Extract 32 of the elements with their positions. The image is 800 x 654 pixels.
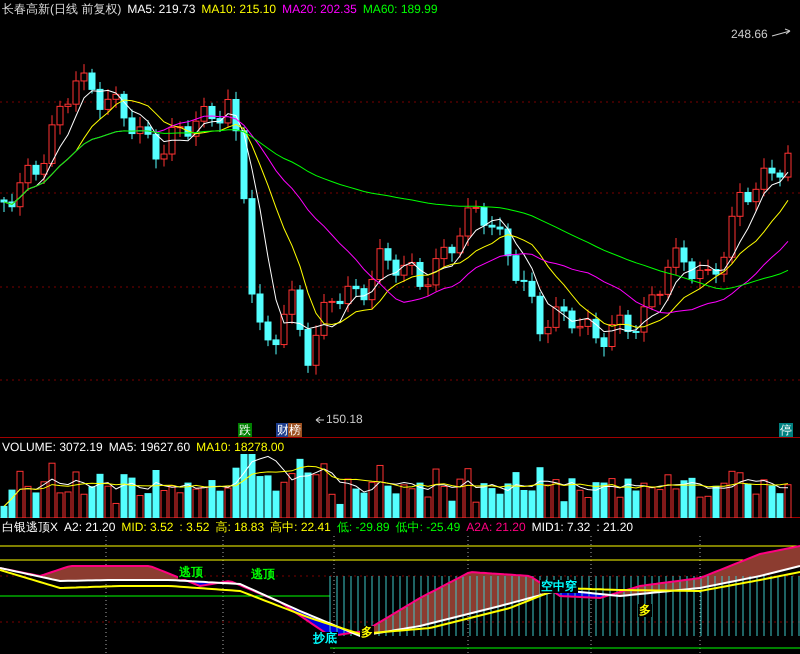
signal-label: 空中穿 bbox=[540, 580, 578, 593]
indicator-value: MA10: 215.10 bbox=[201, 1, 276, 17]
indicator-value: 高: 18.83 bbox=[215, 519, 264, 535]
indicator-value: MA60: 189.99 bbox=[362, 1, 438, 17]
signal-label: 逃顶 bbox=[250, 568, 276, 581]
indicator-value: A2A: 21.20 bbox=[466, 519, 526, 535]
low-arrow-icon bbox=[316, 416, 324, 424]
signal-marker: 多 bbox=[360, 626, 374, 639]
indicator-value: MA20: 202.35 bbox=[282, 1, 357, 17]
indicator-value: : 3.52 bbox=[179, 519, 210, 535]
event-badge[interactable]: 停 bbox=[779, 423, 793, 437]
signal-label: 抄底 bbox=[312, 632, 338, 645]
indicator-value: MA5: 19627.60 bbox=[108, 439, 190, 455]
indicator-value: 低中: -25.49 bbox=[396, 519, 460, 535]
indicator-value: MA5: 219.73 bbox=[127, 1, 196, 17]
indicator-value: : 21.20 bbox=[596, 519, 634, 535]
indicator-value: MID1: 7.32 bbox=[532, 519, 590, 535]
indicator-value: 高中: 22.41 bbox=[270, 519, 331, 535]
indicator-value: A2: 21.20 bbox=[64, 519, 116, 535]
high-price-label: 248.66 bbox=[731, 27, 768, 41]
indicator-value: MA10: 18278.00 bbox=[196, 439, 284, 455]
indicator-value: MID: 3.52 bbox=[121, 519, 174, 535]
indicator-value: 低: -29.89 bbox=[336, 519, 390, 535]
signal-marker: 多 bbox=[638, 604, 652, 617]
event-badge[interactable]: 跌 bbox=[238, 423, 252, 437]
indicator-value: VOLUME: 3072.19 bbox=[2, 439, 103, 455]
low-price-label: 150.18 bbox=[326, 412, 363, 426]
high-arrow-icon bbox=[772, 28, 790, 36]
stock-title: 长春高新(日线 前复权) bbox=[2, 1, 122, 17]
event-badge[interactable]: 榜 bbox=[288, 423, 302, 437]
indicator-value: 白银逃顶X bbox=[2, 519, 58, 535]
signal-label: 逃顶 bbox=[178, 566, 204, 579]
